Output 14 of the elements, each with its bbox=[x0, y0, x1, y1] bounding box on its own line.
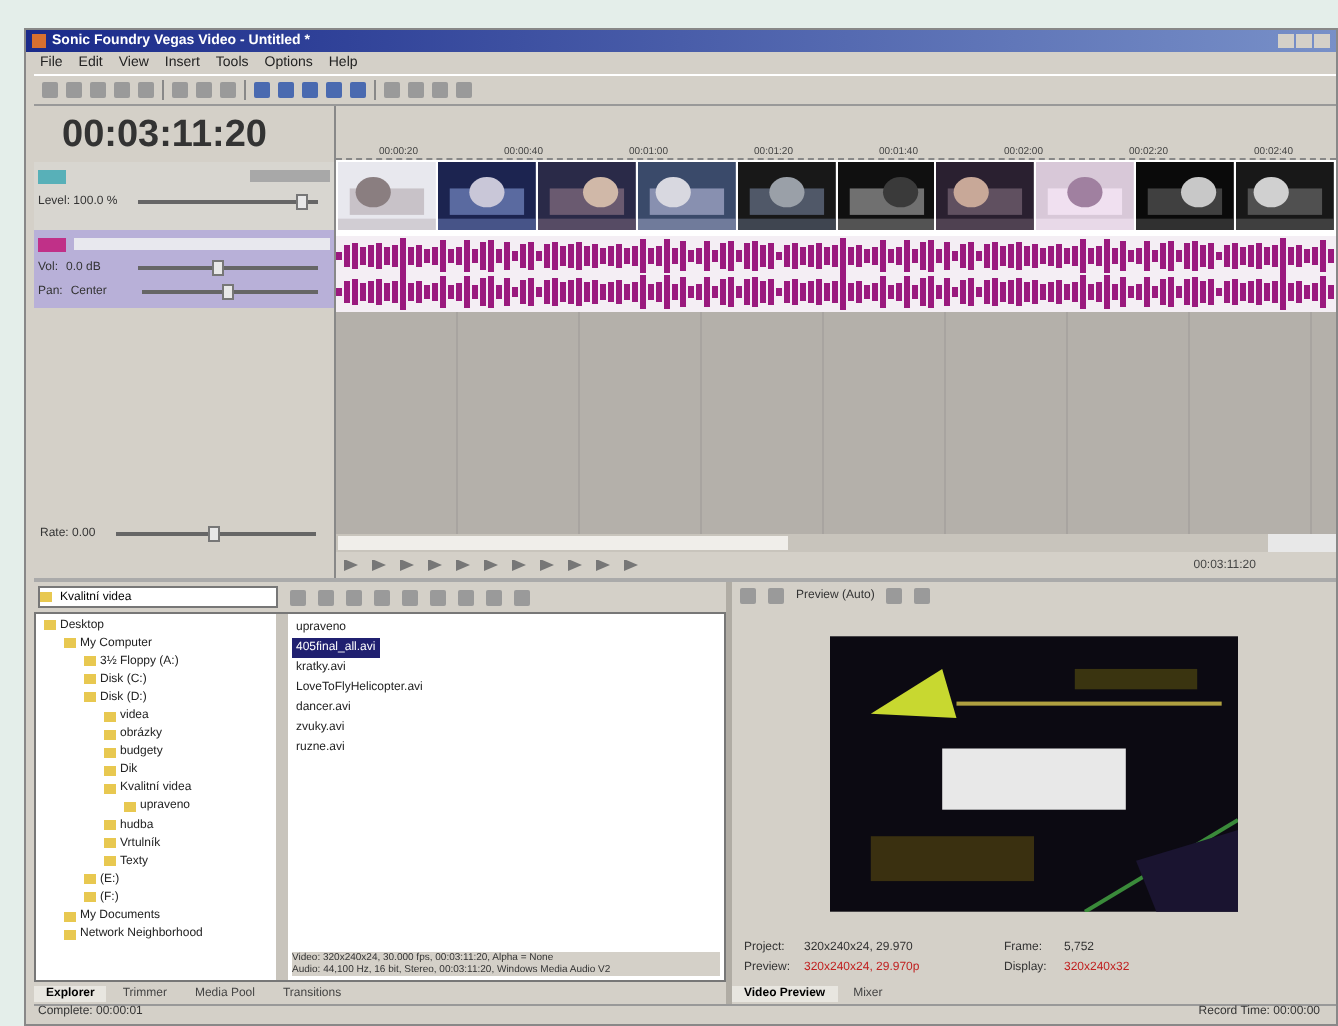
maximize-button[interactable] bbox=[1296, 34, 1312, 48]
minimize-button[interactable] bbox=[1278, 34, 1294, 48]
folder-icon bbox=[40, 592, 52, 602]
slider-thumb[interactable] bbox=[295, 194, 308, 210]
scrollbar-thumb[interactable] bbox=[338, 536, 788, 550]
slider-thumb[interactable] bbox=[211, 260, 223, 276]
app-icon bbox=[32, 34, 46, 48]
close-button[interactable] bbox=[1314, 34, 1330, 48]
slider-thumb[interactable] bbox=[207, 526, 220, 542]
track-color-icon bbox=[38, 169, 66, 183]
track-color-icon bbox=[38, 237, 66, 251]
position-field bbox=[1268, 534, 1336, 552]
slider-thumb[interactable] bbox=[222, 284, 235, 300]
timecode: 00:03:11:20 bbox=[60, 112, 269, 160]
